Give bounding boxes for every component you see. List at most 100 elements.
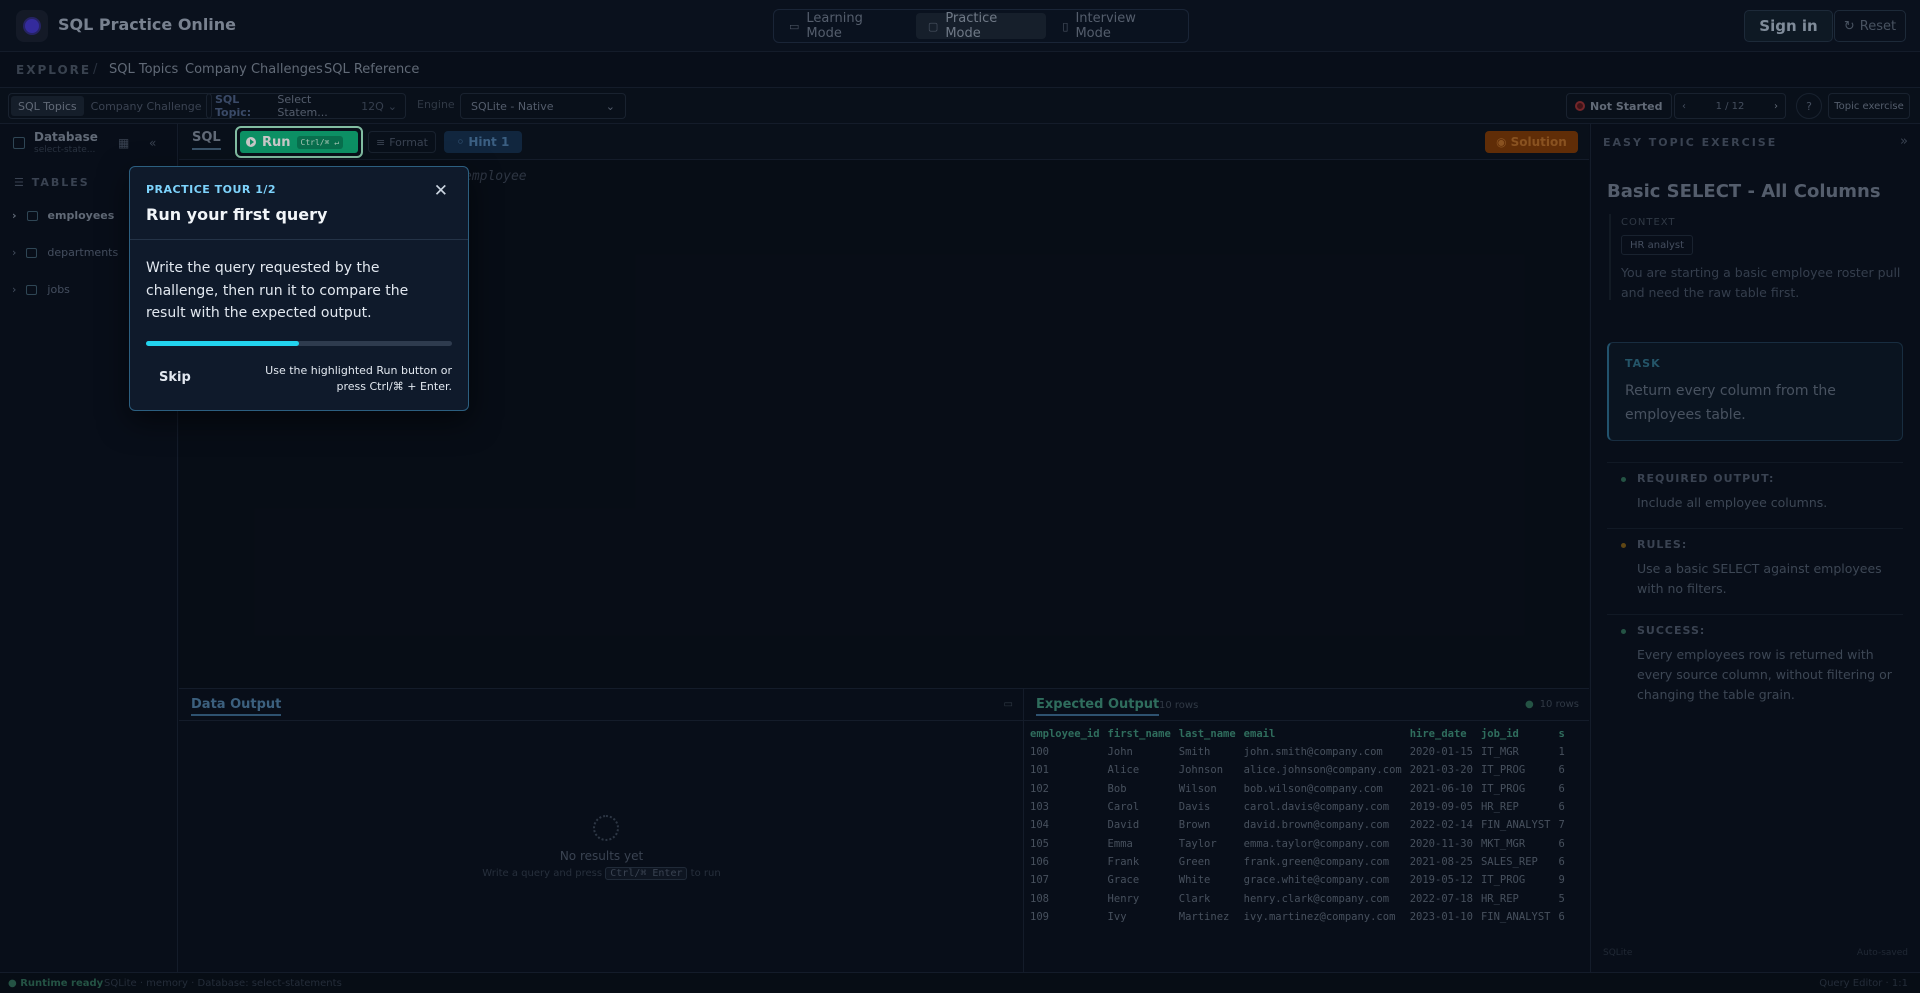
expected-output-actions: ● 10 rows bbox=[1525, 699, 1579, 710]
table-cell: 6 bbox=[1558, 801, 1565, 814]
bullet-icon bbox=[1621, 629, 1626, 634]
runtime-status: ● Runtime ready bbox=[8, 977, 104, 989]
topic-exercise-button[interactable]: Topic exercise bbox=[1828, 93, 1910, 119]
rules-section: RULES: Use a basic SELECT against employ… bbox=[1607, 528, 1903, 614]
column-header[interactable]: job_id bbox=[1481, 725, 1559, 743]
column-header[interactable]: email bbox=[1244, 725, 1410, 743]
success-section: SUCCESS: Every employees row is returned… bbox=[1607, 614, 1903, 714]
table-body: 100 John Smith john.smith@company.com 2020-0… bbox=[1030, 743, 1573, 926]
table-header-row: employee_id first_name last_name email hire_… bbox=[1030, 725, 1573, 743]
question-position: 1 / 12 bbox=[1715, 100, 1745, 112]
sidebar-table-jobs[interactable]: › jobs bbox=[12, 283, 70, 296]
table-icon bbox=[26, 210, 38, 221]
table-cell: Alice bbox=[1107, 764, 1140, 777]
run-button[interactable]: Run Ctrl/⌘ ↵ bbox=[235, 126, 363, 158]
table-cell: Clark bbox=[1178, 892, 1211, 905]
data-output-title[interactable]: Data Output bbox=[191, 697, 282, 716]
sign-in-button[interactable]: Sign in bbox=[1744, 10, 1833, 42]
progress-status: Not Started bbox=[1566, 93, 1672, 119]
mode-practice[interactable]: ▢ Practice Mode bbox=[915, 11, 1047, 41]
table-cell: IT_PROG bbox=[1480, 782, 1526, 795]
table-cell: Bob bbox=[1107, 782, 1127, 795]
topic-select[interactable]: SQL Topic: Select Statem... 12Q ⌄ bbox=[206, 93, 406, 119]
table-cell: bob.wilson@company.com bbox=[1243, 782, 1383, 795]
table-cell: 6 bbox=[1558, 782, 1565, 795]
table-row: 102 Bob Wilson bob.wilson@company.com 2021-0… bbox=[1030, 780, 1573, 798]
table-cell: grace.white@company.com bbox=[1243, 874, 1390, 887]
column-header[interactable]: last_name bbox=[1179, 725, 1244, 743]
tour-skip-button[interactable]: Skip bbox=[159, 370, 191, 385]
tour-title: Run your first query bbox=[146, 205, 328, 224]
required-output-section: REQUIRED OUTPUT: Include all employee co… bbox=[1607, 462, 1903, 528]
collapse-panel-icon[interactable]: » bbox=[1900, 134, 1908, 149]
mode-interview[interactable]: ▯ Interview Mode bbox=[1050, 11, 1185, 41]
format-button[interactable]: ≡ Format bbox=[368, 131, 436, 153]
table-cell: 2021-08-25 bbox=[1409, 855, 1473, 868]
close-icon[interactable]: ✕ bbox=[434, 181, 448, 201]
engine-select[interactable]: SQLite - Native ⌄ bbox=[460, 93, 626, 119]
table-cell: 5 bbox=[1558, 892, 1565, 905]
tab-company-challenge[interactable]: Company Challenge bbox=[84, 96, 209, 116]
topic-select-value: Select Statem... bbox=[277, 93, 328, 119]
expected-output-title[interactable]: Expected Output bbox=[1036, 697, 1160, 716]
table-cell: ivy.martinez@company.com bbox=[1243, 910, 1396, 923]
required-output-heading: REQUIRED OUTPUT: bbox=[1637, 472, 1775, 485]
help-icon[interactable]: ? bbox=[1796, 93, 1822, 119]
table-row: 109 Ivy Martinez ivy.martinez@company.com 20… bbox=[1030, 908, 1573, 926]
table-cell: FIN_ANALYST bbox=[1480, 819, 1551, 832]
table-cell: carol.davis@company.com bbox=[1243, 801, 1390, 814]
database-title: Database bbox=[34, 130, 98, 144]
table-cell: 102 bbox=[1030, 782, 1049, 795]
solution-button[interactable]: ◉ Solution bbox=[1485, 131, 1578, 153]
nav-link-sql-topics[interactable]: SQL Topics bbox=[109, 62, 178, 77]
table-cell: IT_PROG bbox=[1480, 764, 1526, 777]
editor-position: Query Editor · 1:1 bbox=[1819, 977, 1908, 989]
nav-link-company-challenges[interactable]: Company Challenges bbox=[185, 62, 323, 77]
table-cell: IT_MGR bbox=[1480, 746, 1519, 759]
table-row: 108 Henry Clark henry.clark@company.com 2022… bbox=[1030, 889, 1573, 907]
table-row: 101 Alice Johnson alice.johnson@company.com… bbox=[1030, 761, 1573, 779]
column-header[interactable]: s bbox=[1558, 725, 1572, 743]
bullet-icon bbox=[1621, 543, 1626, 548]
collapse-sidebar-icon[interactable]: « bbox=[149, 136, 156, 150]
question-pager: ‹ 1 / 12 › bbox=[1674, 93, 1786, 119]
table-cell: 106 bbox=[1030, 855, 1049, 868]
practice-tour-popover: PRACTICE TOUR 1/2 Run your first query ✕… bbox=[129, 166, 469, 411]
format-icon: ≡ bbox=[376, 135, 386, 149]
table-cell: 109 bbox=[1030, 910, 1049, 923]
table-cell: HR_REP bbox=[1480, 892, 1519, 905]
column-header[interactable]: employee_id bbox=[1030, 725, 1108, 743]
tour-body: Write the query requested by the challen… bbox=[146, 260, 409, 321]
app-logo[interactable] bbox=[16, 10, 48, 42]
run-button-body[interactable]: Run Ctrl/⌘ ↵ bbox=[240, 131, 358, 153]
column-header[interactable]: first_name bbox=[1108, 725, 1179, 743]
reset-button[interactable]: ↻ Reset bbox=[1834, 10, 1906, 42]
tab-sql-topics[interactable]: SQL Topics bbox=[11, 96, 84, 116]
prev-question-icon[interactable]: ‹ bbox=[1682, 101, 1686, 112]
data-output-header: Data Output ▭ bbox=[179, 689, 1023, 721]
table-cell: 6 bbox=[1558, 837, 1565, 850]
next-question-icon[interactable]: › bbox=[1774, 101, 1778, 112]
rules-heading: RULES: bbox=[1637, 538, 1688, 551]
rules-text: Use a basic SELECT against employees wit… bbox=[1637, 561, 1882, 596]
hint-button[interactable]: ◦ Hint 1 bbox=[444, 131, 522, 153]
tab-sql[interactable]: SQL bbox=[192, 130, 221, 150]
table-cell: Green bbox=[1178, 855, 1211, 868]
run-shortcut: Ctrl/⌘ ↵ bbox=[296, 135, 344, 149]
mode-learning[interactable]: ▭ Learning Mode bbox=[777, 11, 912, 41]
table-cell: 2022-02-14 bbox=[1409, 819, 1473, 832]
table-cell: 105 bbox=[1030, 837, 1049, 850]
status-bar: ● Runtime ready SQLite · memory · Databa… bbox=[0, 972, 1920, 993]
copy-icon[interactable]: ▭ bbox=[1004, 699, 1013, 710]
nav-link-sql-reference[interactable]: SQL Reference bbox=[324, 62, 419, 77]
column-header[interactable]: hire_date bbox=[1410, 725, 1481, 743]
sidebar-table-departments[interactable]: › departments bbox=[12, 246, 118, 259]
table-cell: 6 bbox=[1558, 855, 1565, 868]
table-row: 107 Grace White grace.white@company.com 2019… bbox=[1030, 871, 1573, 889]
source-tabs: SQL Topics Company Challenge bbox=[8, 93, 212, 119]
table-row: 100 John Smith john.smith@company.com 2020-0… bbox=[1030, 743, 1573, 761]
sidebar-table-employees[interactable]: › employees bbox=[12, 209, 114, 222]
table-cell: 2021-06-10 bbox=[1409, 782, 1473, 795]
chevron-down-icon: ⌄ bbox=[605, 99, 615, 113]
layout-grid-icon[interactable]: ▦ bbox=[118, 136, 129, 150]
